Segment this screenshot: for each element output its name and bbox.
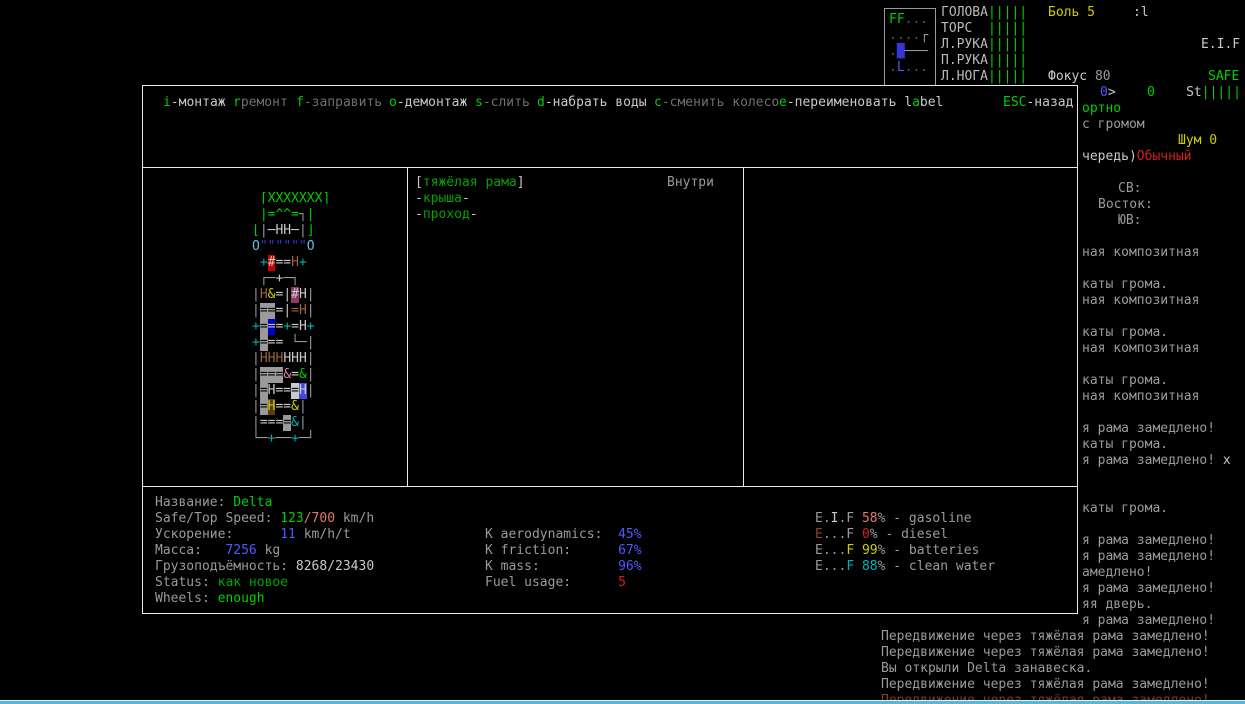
vehicle-art-row: |===|=H| [252, 303, 315, 319]
message-line: каты грома. [1082, 277, 1169, 292]
vehicle-art-row: |=^^=┐| [259, 207, 315, 222]
vehicle-art-row: +=== └─| [252, 335, 315, 351]
vehicle-art-row: |====&| [252, 415, 307, 431]
menu-item-tire[interactable]: c-сменить колесо [654, 95, 779, 111]
message-line: Передвижение через тяжёлая рама замедлен… [881, 629, 1210, 644]
message-line: амедлено! [1082, 565, 1153, 580]
menu-item-esc[interactable]: ESC-назад [1003, 95, 1073, 111]
speed-indicator: 0> 0 St||||| [1100, 85, 1241, 100]
vehicle-stat-line: Safe/Top Speed: 123/700 km/h [155, 511, 375, 526]
minimap-row: .█─── [889, 44, 929, 59]
message-line: Передвижение через тяжёлая рама замедлен… [881, 677, 1210, 692]
menu-item-install[interactable]: i-монтаж [163, 95, 226, 111]
compass-label: ЮВ: [1118, 213, 1142, 228]
message-line: я рама замедлено! [1082, 613, 1216, 628]
menu-item-rename[interactable]: e-переименовать label [779, 95, 943, 111]
vehicle-art-row: O""""""O [252, 239, 315, 254]
selected-part-name: [тяжёлая рама] [415, 175, 525, 190]
message-line: ная композитная [1082, 389, 1200, 404]
vehicle-stat-line: Wheels: enough [155, 591, 265, 606]
firemode-indicator: чередь)Обычный [1082, 149, 1192, 164]
minimap-row: FF... [889, 12, 929, 27]
part-list-item: -крыша- [415, 191, 470, 206]
stance-indicator: :l [1133, 5, 1149, 20]
noise-indicator: Шум 0 [1178, 133, 1218, 148]
vehicle-art-row: |=H===H| [252, 383, 315, 399]
vehicle-coeff-line: K aerodynamics: 45% [485, 527, 642, 542]
game-screen: FF... ....┌ .█─── .L... ГОЛОВА||||| ТОРС ||||… [0, 0, 1245, 704]
message-line: я рама замедлено! [1082, 549, 1216, 564]
weather-line: с громом [1082, 117, 1145, 132]
menu-item-repair[interactable]: rремонт [233, 95, 288, 111]
vehicle-art-row: +===+=H+ [252, 319, 315, 335]
body-part-row: ГОЛОВА||||| [941, 5, 1028, 20]
sidebar-fuel-label: E.I.F [1201, 37, 1241, 52]
message-line: ная композитная [1082, 341, 1200, 356]
minimap-row: ....┌ [889, 28, 929, 43]
vehicle-art-row: +#==H+ [259, 255, 307, 271]
message-line: каты грома. [1082, 501, 1169, 516]
compass-label: СВ: [1118, 181, 1142, 196]
message-line: яя дверь. [1082, 597, 1153, 612]
vehicle-art-row: ┌─+─┐ [259, 271, 299, 286]
compass-label: Восток: [1098, 197, 1153, 212]
vehicle-art-row: ⌊|─HH─|⌋ [252, 223, 315, 238]
fuel-gauge-line: E...F 99% - batteries [815, 543, 980, 558]
menu-item-refill[interactable]: f-заправить [296, 95, 382, 111]
vehicle-stat-line: Грузоподъёмность: 8268/23430 [155, 559, 375, 574]
message-line: ная композитная [1082, 245, 1200, 260]
vehicle-stat-line: Название: Delta [155, 495, 273, 510]
body-part-row: Л.РУКА||||| [941, 37, 1028, 52]
body-part-row: ТОРС ||||| [941, 21, 1028, 36]
message-line: я рама замедлено! x [1082, 453, 1231, 468]
pain-indicator: Боль 5 [1048, 5, 1095, 20]
menu-item-siphon[interactable]: s-слить [475, 95, 530, 111]
message-line: Вы открыли Delta занавеска. [881, 661, 1093, 676]
vehicle-art-row: |H&=|#H| [252, 287, 315, 303]
message-line: я рама замедлено! [1082, 421, 1216, 436]
body-part-row: П.РУКА||||| [941, 53, 1028, 68]
message-line: каты грома. [1082, 437, 1169, 452]
menu-divider [143, 167, 1077, 168]
vehicle-art-row: ⌈XXXXXXX⌉ [259, 191, 331, 206]
message-line: каты грома. [1082, 373, 1169, 388]
safe-mode-indicator: SAFE [1208, 69, 1240, 84]
fuel-gauge-line: E...F 88% - clean water [815, 559, 996, 574]
menu-item-water[interactable]: d-набрать воды [537, 95, 647, 111]
message-line: я рама замедлено! [1082, 581, 1216, 596]
vehicle-art-row: └─+──+─┘ [252, 431, 315, 446]
focus-indicator: Фокус 80 [1048, 69, 1111, 84]
fuel-gauge-line: E...F 0% - diesel [815, 527, 949, 542]
vehicle-art-row: |HHHHHH| [252, 351, 315, 366]
part-list-item: -проход- [415, 207, 478, 222]
vehicle-coeff-line: K friction: 67% [485, 543, 642, 558]
vehicle-coeff-line: K mass: 96% [485, 559, 642, 574]
body-part-row: Л.НОГА||||| [941, 69, 1028, 84]
stats-divider [143, 486, 1077, 487]
weather-line: ортно [1082, 101, 1122, 116]
vehicle-art-row: |===&=&| [252, 367, 315, 383]
panel-divider-right [743, 167, 744, 486]
fuel-gauge-line: E.I.F 58% - gasoline [815, 511, 972, 526]
message-line: каты грома. [1082, 325, 1169, 340]
inside-label: Внутри [667, 175, 714, 190]
message-line: Передвижение через тяжёлая рама замедлен… [881, 645, 1210, 660]
vehicle-stat-line: Ускорение: 11 km/h/t [155, 527, 351, 542]
minimap-row: .L... [889, 60, 929, 75]
vehicle-coeff-line: Fuel usage: 5 [485, 575, 626, 590]
vehicle-stat-line: Масса: 7256 kg [155, 543, 281, 558]
message-line: я рама замедлено! [1082, 533, 1216, 548]
menu-item-remove[interactable]: o-демонтаж [389, 95, 467, 111]
bottom-window-border [0, 700, 1245, 704]
message-line: ная композитная [1082, 293, 1200, 308]
vehicle-stat-line: Status: как новое [155, 575, 289, 590]
panel-divider-left [407, 167, 408, 486]
vehicle-art-row: |=H==&| [252, 399, 307, 415]
